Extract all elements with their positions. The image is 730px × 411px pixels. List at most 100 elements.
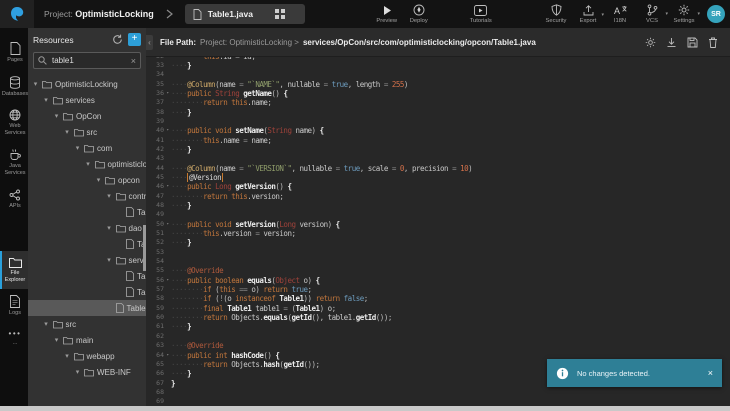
code-line-41[interactable]: 41········this.name = name;	[146, 136, 730, 145]
tree-folder-main[interactable]: ▾main	[28, 332, 146, 348]
caret-down-icon[interactable]: ▾	[85, 160, 92, 168]
settings-button[interactable]: ▾Settings	[668, 4, 700, 24]
code-line-60[interactable]: 60········return Objects.equals(getId(),…	[146, 313, 730, 322]
add-resource-button[interactable]: +	[128, 33, 141, 46]
code-line-53[interactable]: 53	[146, 248, 730, 257]
caret-down-icon[interactable]: ▾	[106, 192, 113, 200]
caret-down-icon[interactable]: ▾	[32, 80, 39, 88]
fold-marker-icon[interactable]: ▾	[164, 89, 171, 98]
resources-scrollbar[interactable]	[143, 225, 146, 271]
tree-folder-services[interactable]: ▾services	[28, 92, 146, 108]
search-input[interactable]	[50, 55, 128, 66]
code-line-34[interactable]: 34	[146, 70, 730, 79]
fold-marker-icon[interactable]: ▾	[164, 276, 171, 285]
tree-folder-controller[interactable]: ▾controller	[28, 188, 146, 204]
code-line-35[interactable]: 35····@Column(name = "`NAME`", nullable …	[146, 80, 730, 89]
clear-search-icon[interactable]: ×	[131, 56, 136, 66]
tree-folder-OptimisticLocking[interactable]: ▾OptimisticLocking	[28, 76, 146, 92]
tree-folder-webapp[interactable]: ▾webapp	[28, 348, 146, 364]
code-line-52[interactable]: 52····}	[146, 238, 730, 247]
code-line-44[interactable]: 44····@Column(name = "`VERSION`", nullab…	[146, 164, 730, 173]
caret-down-icon[interactable]: ▾	[53, 112, 60, 120]
code-line-50[interactable]: 50▾····public void setVersion(Long versi…	[146, 220, 730, 229]
code-line-43[interactable]: 43	[146, 154, 730, 163]
tree-file-Table1Service.java[interactable]: Table1Service.java	[28, 268, 146, 284]
caret-down-icon[interactable]: ▾	[95, 176, 102, 184]
code-line-49[interactable]: 49	[146, 210, 730, 219]
caret-down-icon[interactable]: ▾	[43, 96, 50, 104]
sidebar-item-pages[interactable]: Pages	[0, 36, 28, 70]
sidebar-item-web-services[interactable]: WebServices	[0, 103, 28, 142]
code-line-57[interactable]: 57········if (this == o) return true;	[146, 285, 730, 294]
sidebar-item-file-explorer[interactable]: FileExplorer	[0, 251, 28, 289]
logo[interactable]	[0, 0, 34, 28]
code-line-40[interactable]: 40▾····public void setName(String name) …	[146, 126, 730, 135]
code-editor[interactable]: 32········this.id = id;33····}3435····@C…	[146, 57, 730, 411]
code-line-62[interactable]: 62	[146, 332, 730, 341]
code-line-37[interactable]: 37········return this.name;	[146, 98, 730, 107]
tree-file-Table1ServiceImpl.java[interactable]: Table1ServiceImpl.java	[28, 284, 146, 300]
caret-down-icon[interactable]: ▾	[106, 256, 113, 264]
fold-marker-icon[interactable]: ▾	[164, 126, 171, 135]
toast-close-icon[interactable]: ×	[708, 368, 713, 378]
code-line-61[interactable]: 61····}	[146, 322, 730, 331]
tree-folder-src[interactable]: ▾src	[28, 124, 146, 140]
tree-file-Table1Controller.java[interactable]: Table1Controller.java	[28, 204, 146, 220]
fold-marker-icon[interactable]: ▾	[164, 182, 171, 191]
code-line-36[interactable]: 36▾····public String getName() {	[146, 89, 730, 98]
caret-down-icon[interactable]: ▾	[64, 128, 71, 136]
sidebar-item-apis[interactable]: APIs	[0, 183, 28, 216]
code-line-48[interactable]: 48····}	[146, 201, 730, 210]
deploy-button[interactable]: Deploy	[403, 4, 435, 24]
tree-folder-opcon[interactable]: ▾opcon	[28, 172, 146, 188]
sidebar-item-logs[interactable]: Logs	[0, 289, 28, 323]
tutorials-button[interactable]: Tutorials	[465, 4, 497, 24]
code-line-68[interactable]: 68	[146, 388, 730, 397]
user-avatar[interactable]: SR	[707, 5, 725, 23]
i18n-button[interactable]: AI18N	[604, 5, 636, 24]
tree-folder-optimisticlocking[interactable]: ▾optimisticlocking	[28, 156, 146, 172]
tree-file-Table1Dao.java[interactable]: Table1Dao.java	[28, 236, 146, 252]
code-line-58[interactable]: 58········if (!(o instanceof Table1)) re…	[146, 294, 730, 303]
caret-down-icon[interactable]: ▾	[106, 224, 113, 232]
tree-folder-service[interactable]: ▾service	[28, 252, 146, 268]
refresh-icon[interactable]	[112, 34, 123, 45]
tree-folder-dao[interactable]: ▾dao	[28, 220, 146, 236]
security-button[interactable]: Security	[540, 4, 572, 24]
tree-folder-src[interactable]: ▾src	[28, 316, 146, 332]
sidebar-item-java-services[interactable]: JavaServices	[0, 142, 28, 182]
grid-icon[interactable]	[275, 9, 285, 19]
sidebar-item-more[interactable]: •••...	[0, 323, 28, 353]
code-line-63[interactable]: 63····@Override	[146, 341, 730, 350]
preview-button[interactable]: Preview	[371, 4, 403, 24]
code-line-59[interactable]: 59········final Table1 table1 = (Table1)…	[146, 304, 730, 313]
caret-down-icon[interactable]: ▾	[64, 352, 71, 360]
caret-down-icon[interactable]: ▾	[43, 320, 50, 328]
code-line-47[interactable]: 47········return this.version;	[146, 192, 730, 201]
code-line-51[interactable]: 51········this.version = version;	[146, 229, 730, 238]
file-settings-icon[interactable]	[645, 37, 656, 48]
collapse-panel-button[interactable]: ‹	[146, 35, 153, 50]
export-button[interactable]: ▾Export	[572, 5, 604, 24]
horizontal-scrollbar[interactable]	[0, 406, 730, 411]
tree-folder-WEB-INF[interactable]: ▾WEB-INF	[28, 364, 146, 380]
caret-down-icon[interactable]: ▾	[53, 336, 60, 344]
code-line-55[interactable]: 55····@Override	[146, 266, 730, 275]
caret-down-icon[interactable]: ▾	[74, 368, 81, 376]
code-line-54[interactable]: 54	[146, 257, 730, 266]
sidebar-item-databases[interactable]: Databases	[0, 70, 28, 104]
tree-folder-OpCon[interactable]: ▾OpCon	[28, 108, 146, 124]
tab-table1-java[interactable]: Table1.java	[185, 4, 305, 24]
code-line-38[interactable]: 38····}	[146, 108, 730, 117]
fold-marker-icon[interactable]: ▾	[164, 351, 171, 360]
tree-file-Table1.java[interactable]: Table1.java	[28, 300, 146, 316]
download-icon[interactable]	[666, 37, 677, 48]
tree-folder-com[interactable]: ▾com	[28, 140, 146, 156]
save-icon[interactable]	[687, 37, 698, 48]
delete-icon[interactable]	[708, 37, 718, 48]
vcs-button[interactable]: ▾VCS	[636, 4, 668, 24]
caret-down-icon[interactable]: ▾	[74, 144, 81, 152]
code-line-56[interactable]: 56▾····public boolean equals(Object o) {	[146, 276, 730, 285]
code-line-39[interactable]: 39	[146, 117, 730, 126]
code-line-46[interactable]: 46▾····public Long getVersion() {	[146, 182, 730, 191]
